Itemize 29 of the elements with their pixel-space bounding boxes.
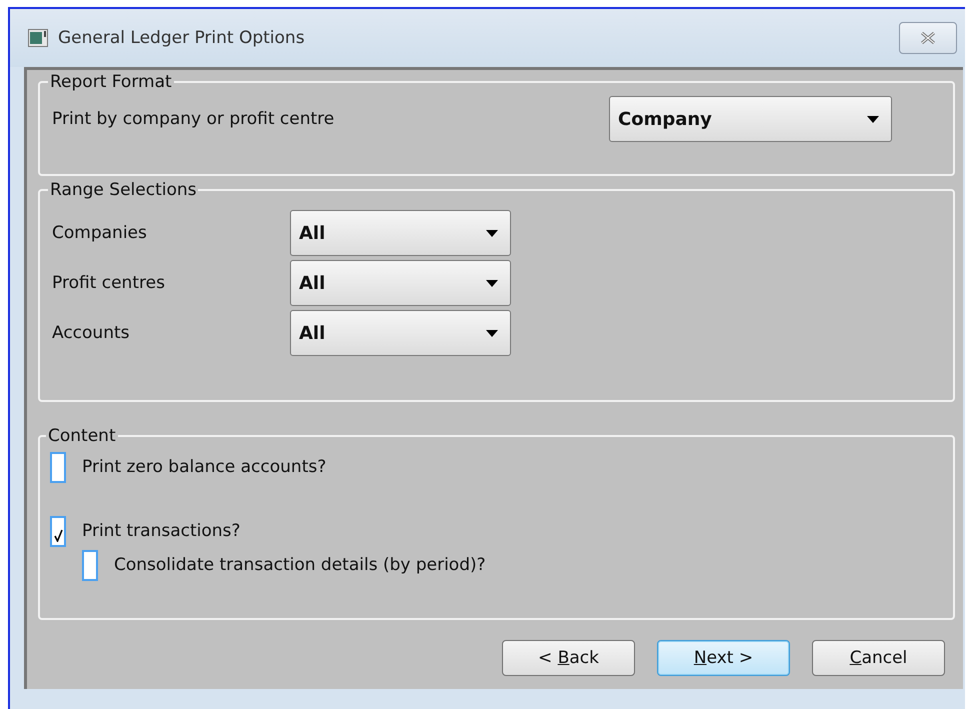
checkbox[interactable] [50,516,66,546]
cancel-button[interactable]: Cancel [812,640,945,676]
field-label: Companies [52,223,148,243]
close-icon [920,32,936,44]
range-dropdown[interactable]: All [290,210,511,256]
range-dropdown[interactable]: All [290,310,511,356]
field-label: Profit centres [52,273,166,293]
caret-icon [486,330,498,336]
group-title: Content [47,426,117,446]
checkbox-label: Print zero balance accounts? [82,457,326,477]
field-label: Accounts [52,323,130,343]
caret-icon [486,280,498,286]
format-dropdown[interactable]: Company [609,96,892,142]
caret-icon [867,116,879,122]
checkbox-label: Consolidate transaction details (by period)? [114,555,486,575]
checkbox-label: Print transactions? [82,521,240,541]
range-dropdown[interactable]: All [290,260,511,306]
window-icon [28,29,48,47]
checkbox[interactable] [82,550,98,580]
checkbox[interactable] [50,452,66,482]
caret-icon [486,230,498,236]
group-title: Report Format [49,72,173,92]
group-title: Range Selections [49,180,198,200]
close-button[interactable] [899,22,957,54]
next-button[interactable]: Next > [657,640,790,676]
check-icon [54,528,62,542]
back-button[interactable]: < Back [502,640,635,676]
window-title: General Ledger Print Options [58,28,306,48]
field-label: Print by company or profit centre [52,109,336,129]
